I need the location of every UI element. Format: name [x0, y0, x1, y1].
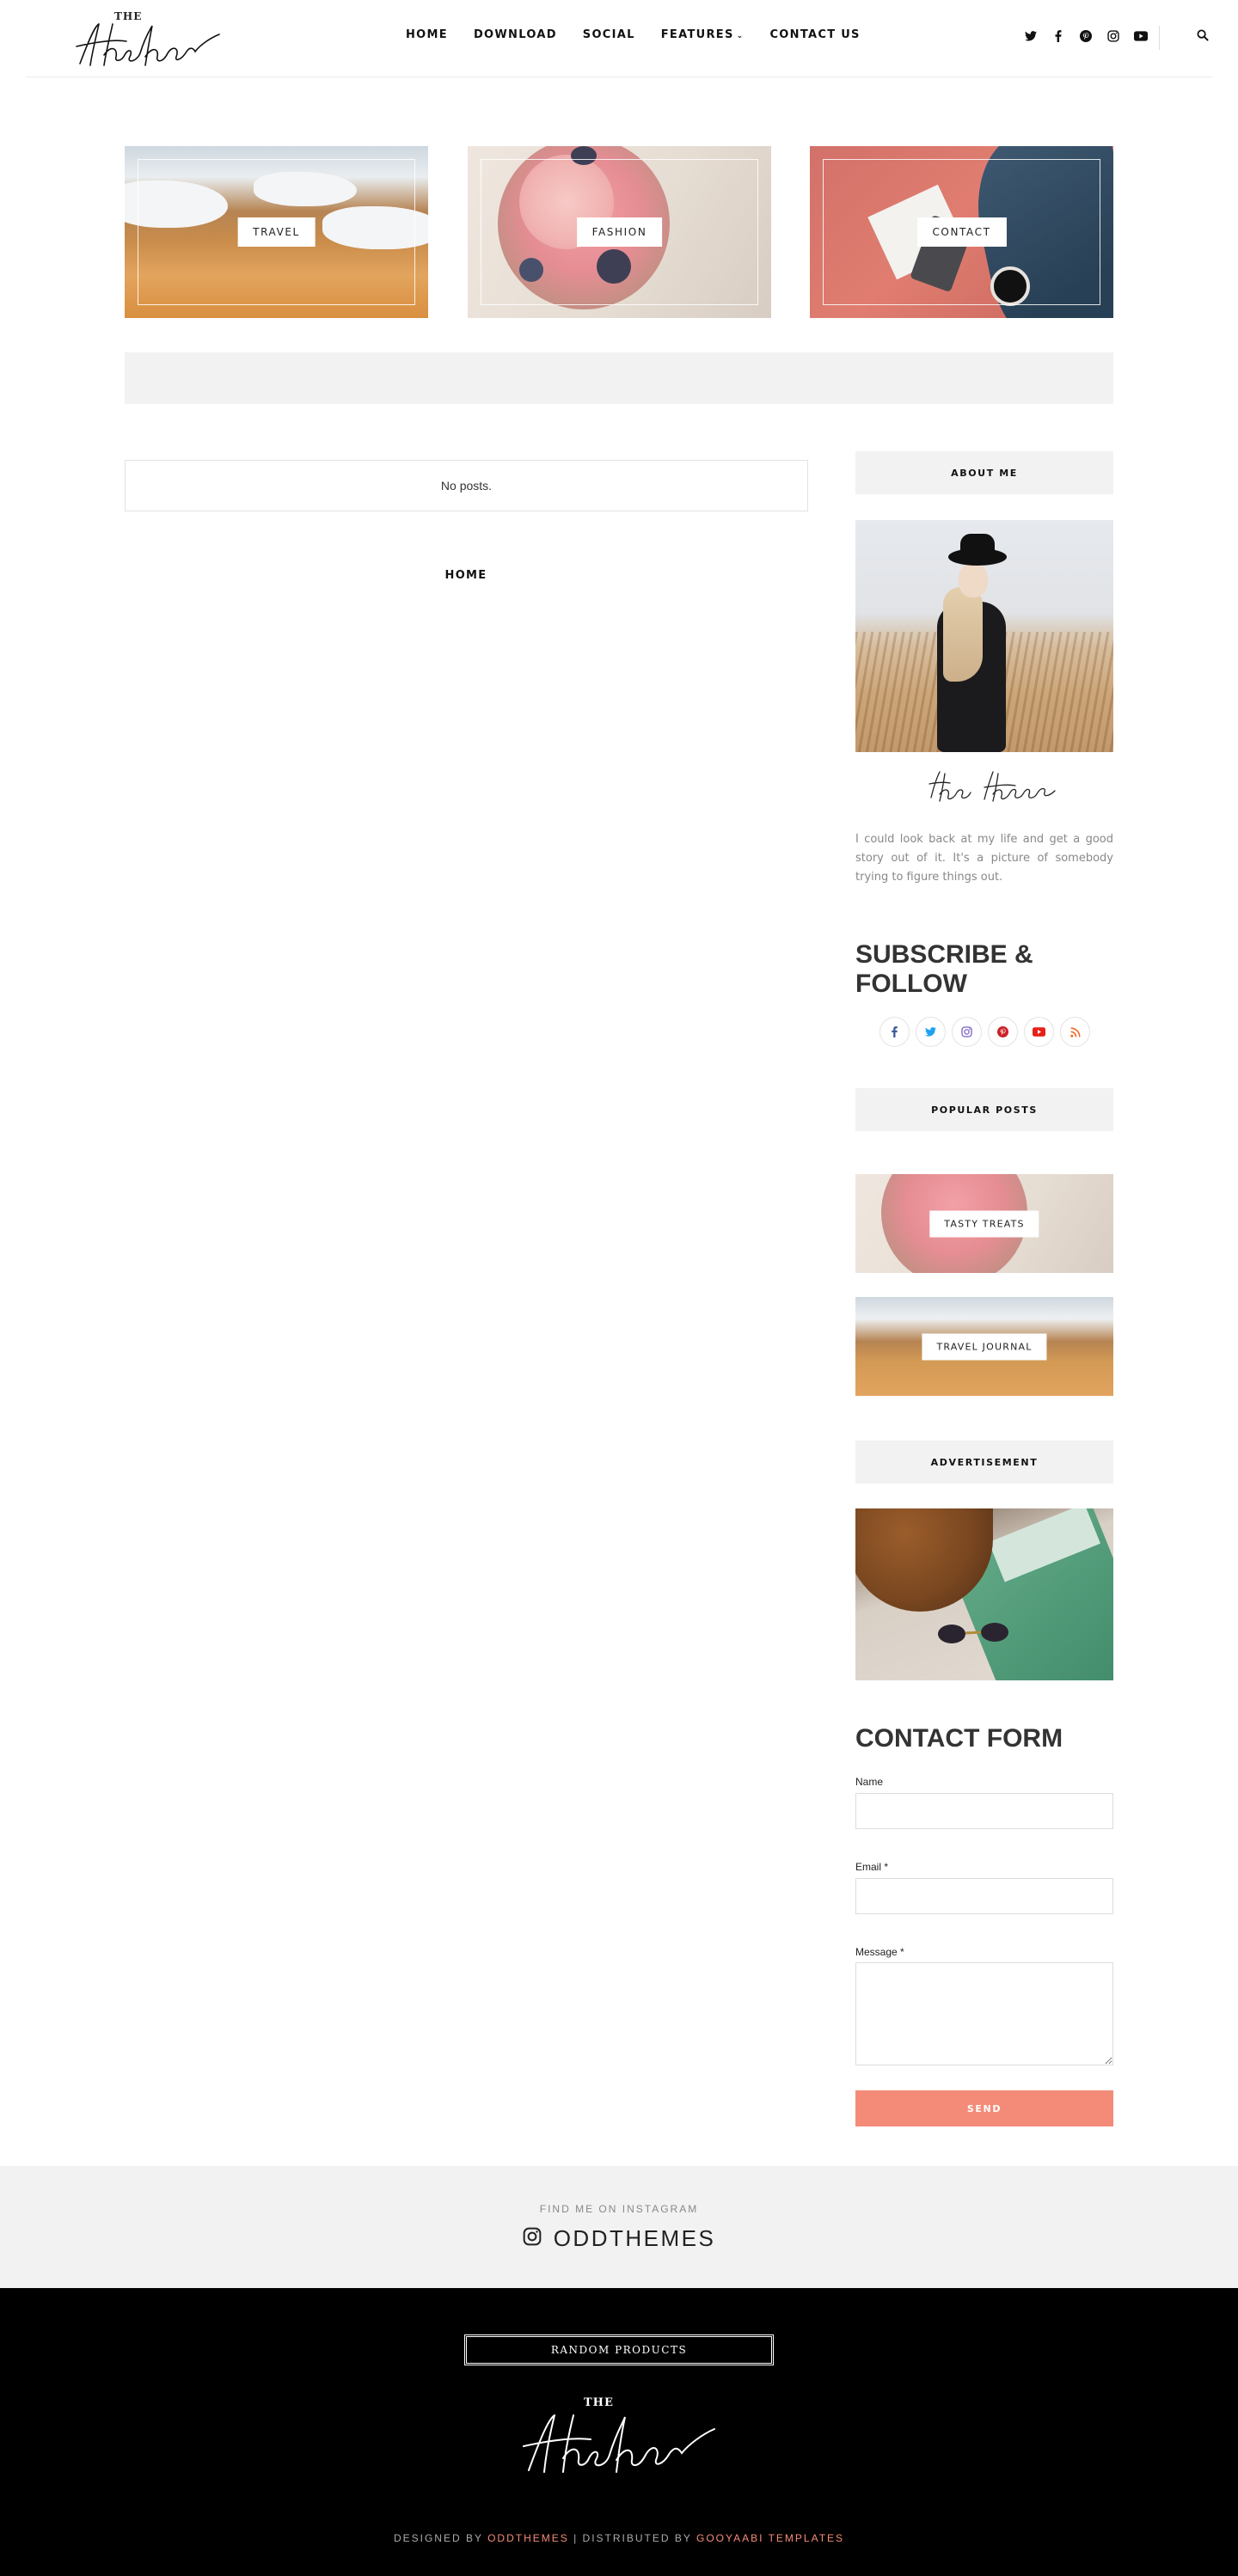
instagram-find-text: FIND ME ON INSTAGRAM [539, 2203, 699, 2215]
follow-icons [879, 1017, 1090, 1047]
popular-post-label: TASTY TREATS [929, 1210, 1039, 1237]
featured-contact-label: CONTACT [916, 217, 1007, 247]
about-me-text: I could look back at my life and get a g… [855, 833, 1113, 884]
logo-script-heather [76, 23, 220, 66]
message-field[interactable] [855, 1962, 1113, 2065]
contact-form-title: CONTACT FORM [855, 1724, 1063, 1753]
featured-fashion-label: FASHION [576, 217, 663, 247]
email-label: Email * [855, 1861, 889, 1873]
instagram-icon[interactable] [952, 1017, 982, 1047]
ad-image-sunglasses [938, 1623, 1008, 1643]
youtube-icon[interactable] [1024, 1017, 1054, 1047]
nav-download[interactable]: DOWNLOAD [474, 28, 557, 41]
home-link[interactable]: HOME [432, 569, 500, 582]
about-me-photo [855, 520, 1113, 752]
popular-post-travel-journal[interactable]: TRAVEL JOURNAL [855, 1297, 1113, 1396]
footer-credits: DESIGNED BY ODDTHEMES | DISTRIBUTED BY G… [0, 2532, 1238, 2544]
instagram-handle: ODDTHEMES [553, 2225, 716, 2251]
main-nav: HOME DOWNLOAD SOCIAL FEATURES ⌄ CONTACT U… [406, 28, 861, 41]
site-header: THE HOME DOWNLOAD SOCIAL FEATURES ⌄ CONTA… [26, 0, 1212, 77]
footer-logo[interactable]: THE [520, 2395, 718, 2476]
about-signature [855, 765, 1113, 808]
email-field[interactable] [855, 1878, 1113, 1914]
advertisement-image[interactable] [855, 1508, 1113, 1680]
popular-post-tasty-treats[interactable]: TASTY TREATS [855, 1174, 1113, 1273]
designed-by-text: DESIGNED BY [393, 2532, 488, 2544]
pinterest-icon[interactable] [1078, 28, 1094, 44]
nav-contact-us[interactable]: CONTACT US [769, 28, 860, 41]
chevron-down-icon: ⌄ [736, 32, 745, 40]
header-divider [1159, 26, 1160, 50]
footer-logo-script-heather [523, 2414, 715, 2473]
instagram-icon[interactable] [1106, 28, 1121, 44]
gooyaabi-link[interactable]: GOOYAABI TEMPLATES [696, 2532, 844, 2544]
photo-hair [943, 587, 983, 682]
featured-contact[interactable]: CONTACT [810, 146, 1113, 318]
oddthemes-link[interactable]: ODDTHEMES [487, 2532, 569, 2544]
footer-logo-the-text: THE [584, 2396, 614, 2409]
featured-fashion[interactable]: FASHION [468, 146, 771, 318]
twitter-icon[interactable] [1023, 28, 1039, 44]
instagram-icon [523, 2225, 542, 2252]
nav-features[interactable]: FEATURES ⌄ [661, 28, 745, 41]
facebook-icon[interactable] [879, 1017, 910, 1047]
random-products-box[interactable]: RANDOM PRODUCTS [464, 2334, 774, 2365]
photo-hat-crown [960, 534, 995, 556]
youtube-icon[interactable] [1133, 28, 1149, 44]
name-field[interactable] [855, 1793, 1113, 1829]
distributed-by-text: | DISTRIBUTED BY [568, 2532, 696, 2544]
no-posts-message: No posts. [125, 460, 808, 511]
message-label: Message * [855, 1946, 904, 1958]
site-logo[interactable]: THE [73, 7, 224, 69]
subscribe-follow-title: SUBSCRIBE & FOLLOW [855, 940, 1033, 998]
nav-social[interactable]: SOCIAL [583, 28, 635, 41]
nav-home[interactable]: HOME [406, 28, 448, 41]
featured-travel[interactable]: TRAVEL [125, 146, 428, 318]
search-icon[interactable] [1197, 28, 1209, 45]
nav-features-label: FEATURES [660, 28, 734, 41]
advertisement-title: ADVERTISEMENT [855, 1441, 1113, 1484]
photo-face [959, 563, 988, 597]
send-button[interactable]: SEND [855, 2090, 1113, 2126]
rss-icon[interactable] [1060, 1017, 1090, 1047]
featured-travel-label: TRAVEL [237, 217, 316, 247]
pinterest-icon[interactable] [988, 1017, 1018, 1047]
popular-posts-title: POPULAR POSTS [855, 1088, 1113, 1131]
about-me-title: ABOUT ME [855, 451, 1113, 494]
twitter-icon[interactable] [916, 1017, 946, 1047]
content-bar [125, 352, 1113, 404]
popular-post-label: TRAVEL JOURNAL [922, 1333, 1047, 1360]
instagram-handle-link[interactable]: ODDTHEMES [516, 2225, 722, 2252]
header-social-links [1023, 28, 1149, 44]
facebook-icon[interactable] [1051, 28, 1066, 44]
name-label: Name [855, 1776, 884, 1788]
